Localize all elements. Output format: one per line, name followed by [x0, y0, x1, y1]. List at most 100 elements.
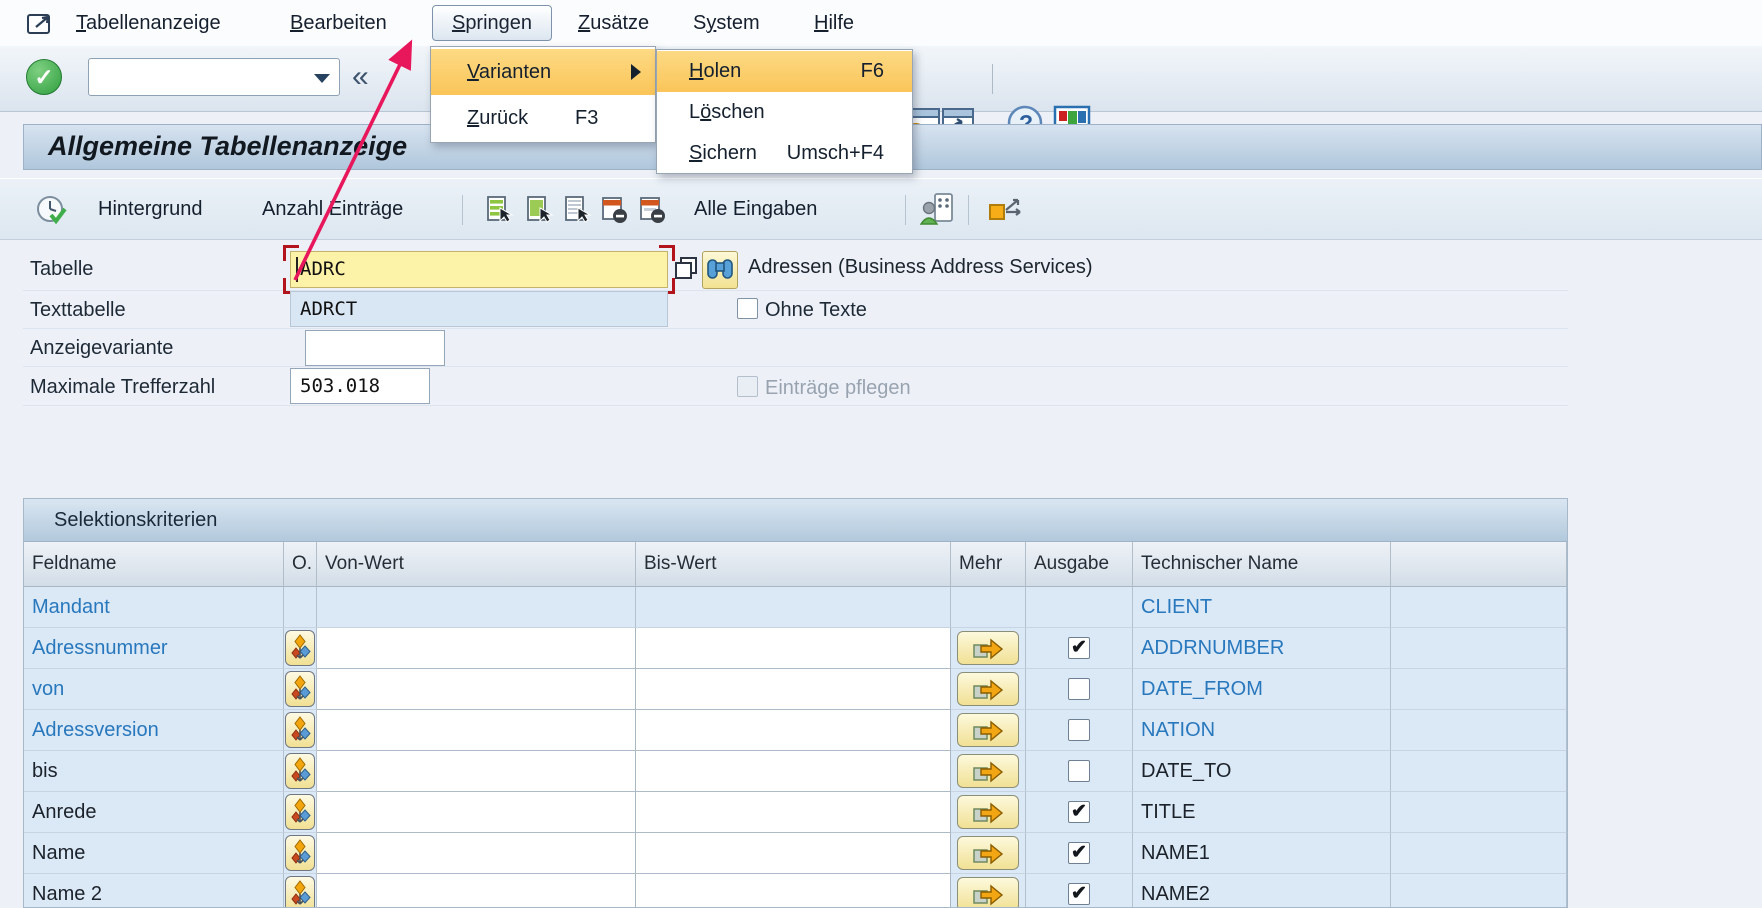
tabelle-input[interactable]: ADRC	[290, 251, 668, 288]
ohne-texte-checkbox[interactable]	[737, 298, 758, 319]
multiple-selection-icon[interactable]	[672, 254, 700, 284]
command-field-wrap	[88, 58, 340, 96]
field-name-label: Name 2	[24, 874, 284, 908]
option-cell	[284, 628, 317, 669]
ausgabe-cell	[1026, 628, 1133, 669]
column-header-ausgabe: Ausgabe	[1026, 542, 1133, 587]
selection-options-button[interactable]	[285, 753, 315, 789]
von-wert-cell	[317, 587, 636, 628]
menu-item-varianten[interactable]: Varianten	[431, 49, 655, 95]
text-cursor	[296, 257, 298, 282]
selection-options-icon	[289, 839, 311, 867]
more-selection-button[interactable]	[957, 836, 1019, 870]
output-checkbox[interactable]	[1068, 719, 1090, 741]
bis-wert-cell	[636, 669, 951, 710]
max-trefferzahl-input[interactable]: 503.018	[290, 368, 430, 404]
choose-fields-empty-icon[interactable]	[562, 195, 592, 225]
form-divider	[23, 366, 1568, 367]
alle-eingaben-button[interactable]: Alle Eingaben	[694, 179, 817, 239]
von-wert-input[interactable]	[317, 628, 635, 668]
von-wert-cell	[317, 669, 636, 710]
output-checkbox[interactable]	[1068, 842, 1090, 864]
von-wert-input[interactable]	[317, 874, 635, 908]
selection-options-button[interactable]	[285, 671, 315, 707]
user-parameters-icon[interactable]	[920, 192, 954, 226]
von-wert-input[interactable]	[317, 710, 635, 750]
menu-item-zurueck[interactable]: Zurück F3	[431, 95, 655, 141]
field-name-label: von	[24, 669, 284, 710]
von-wert-input[interactable]	[317, 751, 635, 791]
command-input[interactable]	[91, 61, 310, 93]
output-checkbox[interactable]	[1068, 883, 1090, 905]
anzahl-eintraege-button[interactable]: Anzahl Einträge	[262, 179, 403, 239]
menu-bearbeiten[interactable]: Bearbeiten	[290, 0, 387, 46]
von-wert-input[interactable]	[317, 833, 635, 873]
execute-in-background-icon[interactable]	[36, 195, 68, 227]
bis-wert-input[interactable]	[636, 669, 950, 709]
menu-item-holen[interactable]: Holen F6	[657, 51, 912, 92]
more-selection-button[interactable]	[957, 754, 1019, 788]
bis-wert-input[interactable]	[636, 751, 950, 791]
bis-wert-input[interactable]	[636, 833, 950, 873]
technical-name: NAME1	[1133, 833, 1391, 874]
mehr-cell	[951, 669, 1026, 710]
bis-wert-input[interactable]	[636, 628, 950, 668]
selection-row: Name NAME1	[24, 833, 1567, 874]
filler-cell	[1391, 792, 1567, 833]
menu-springen[interactable]: Springen	[432, 5, 552, 41]
bis-wert-input[interactable]	[636, 710, 950, 750]
mehr-cell	[951, 710, 1026, 751]
ohne-texte-label: Ohne Texte	[765, 299, 867, 322]
menu-hilfe[interactable]: Hilfe	[814, 0, 854, 46]
distribute-export-icon[interactable]	[988, 195, 1024, 227]
bis-wert-cell	[636, 587, 951, 628]
menu-system[interactable]: System	[693, 0, 760, 46]
filler-cell	[1391, 751, 1567, 792]
choose-fields-all-icon[interactable]	[484, 195, 514, 225]
output-checkbox[interactable]	[1068, 678, 1090, 700]
more-selection-button[interactable]	[957, 631, 1019, 665]
command-dropdown-icon[interactable]	[314, 74, 330, 83]
more-arrow-icon	[971, 800, 1005, 824]
texttabelle-field: ADRCT	[290, 291, 668, 327]
hintergrund-button[interactable]: Hintergrund	[98, 179, 203, 239]
anzeigevariante-input[interactable]	[305, 330, 445, 366]
menu-item-loeschen[interactable]: Löschen	[657, 92, 912, 133]
von-wert-input[interactable]	[317, 669, 635, 709]
collapse-toolbar-icon[interactable]: «	[352, 46, 369, 112]
search-help-button[interactable]	[702, 251, 738, 289]
bis-wert-cell	[636, 792, 951, 833]
menu-item-sichern[interactable]: Sichern Umsch+F4	[657, 133, 912, 174]
apptoolbar-separator	[968, 195, 969, 225]
more-selection-button[interactable]	[957, 877, 1019, 908]
more-selection-button[interactable]	[957, 672, 1019, 706]
selection-options-button[interactable]	[285, 794, 315, 830]
field-name-label: Mandant	[24, 587, 284, 628]
varianten-submenu: Holen F6 Löschen Sichern Umsch+F4	[656, 49, 913, 174]
selection-options-button[interactable]	[285, 835, 315, 871]
filler-cell	[1391, 587, 1567, 628]
delete-all-selection-rows-icon[interactable]	[638, 195, 668, 225]
output-checkbox[interactable]	[1068, 637, 1090, 659]
selection-options-button[interactable]	[285, 712, 315, 748]
menu-zusaetze[interactable]: Zusätze	[578, 0, 649, 46]
option-cell	[284, 751, 317, 792]
menu-tabellenanzeige[interactable]: Tabellenanzeige	[76, 0, 221, 46]
selection-options-button[interactable]	[285, 876, 315, 908]
more-arrow-icon	[971, 759, 1005, 783]
output-checkbox[interactable]	[1068, 760, 1090, 782]
enter-button[interactable]: ✓	[26, 59, 62, 95]
output-checkbox[interactable]	[1068, 801, 1090, 823]
choose-fields-block-icon[interactable]	[524, 195, 554, 225]
bis-wert-input[interactable]	[636, 874, 950, 908]
bis-wert-input[interactable]	[636, 792, 950, 832]
von-wert-input[interactable]	[317, 792, 635, 832]
ausgabe-cell	[1026, 710, 1133, 751]
panel-title: Selektionskriterien	[24, 499, 1567, 542]
selection-options-button[interactable]	[285, 630, 315, 666]
option-cell	[284, 874, 317, 908]
more-selection-button[interactable]	[957, 713, 1019, 747]
delete-selection-row-icon[interactable]	[600, 195, 630, 225]
page-title: Allgemeine Tabellenanzeige	[48, 125, 407, 168]
more-selection-button[interactable]	[957, 795, 1019, 829]
